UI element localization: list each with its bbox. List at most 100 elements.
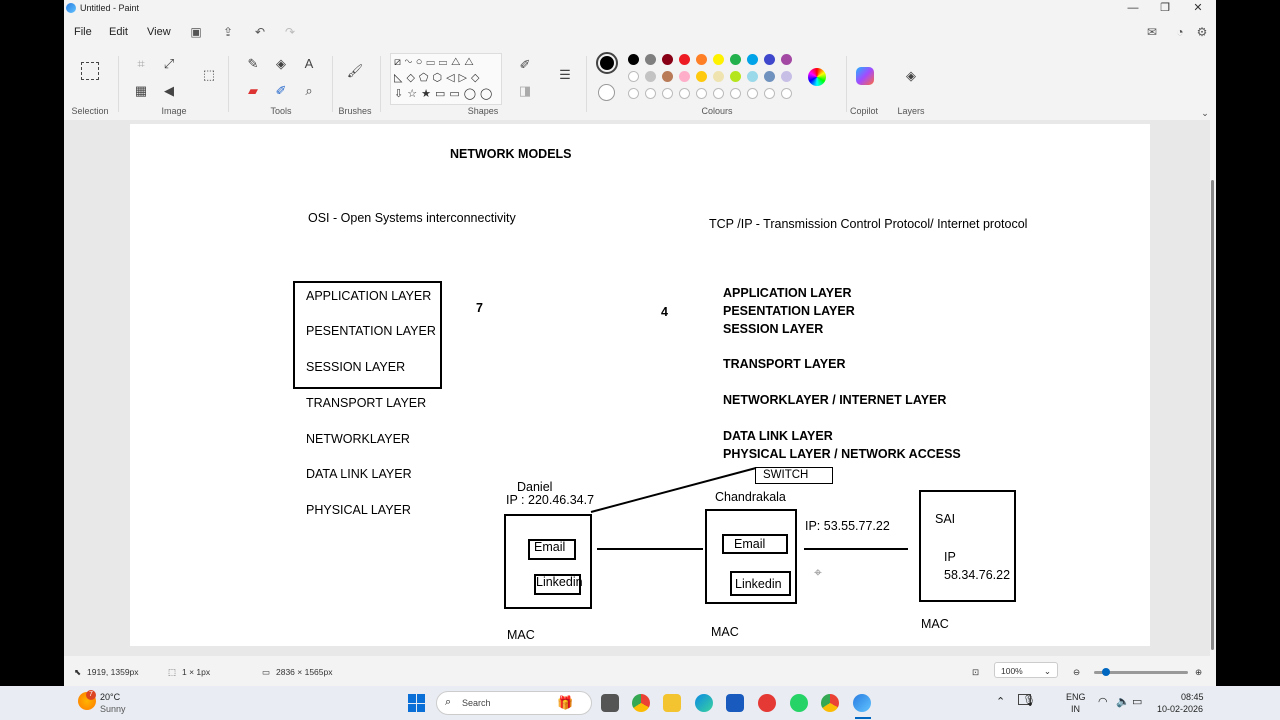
color-swatch[interactable] <box>781 71 792 82</box>
close-button[interactable]: ✕ <box>1181 0 1215 18</box>
whatsapp-icon[interactable] <box>790 694 808 712</box>
magnifier-icon[interactable]: ⌕ <box>300 82 318 100</box>
brush-icon[interactable]: 🖌 <box>346 62 364 80</box>
color-picker-icon[interactable]: ✐ <box>272 82 290 100</box>
weather-desc: Sunny <box>100 704 126 714</box>
color-swatch[interactable] <box>730 54 741 65</box>
layers-icon[interactable]: ◈ <box>902 67 920 85</box>
remove-background-icon[interactable]: ⬚ <box>200 66 218 84</box>
microphone-icon[interactable]: 🎙 <box>1022 694 1036 707</box>
save-icon[interactable]: ▣ <box>188 24 204 40</box>
taskbar-search[interactable]: ⌕ Search 🎁 <box>436 691 592 715</box>
chrome-profile-icon[interactable] <box>821 694 839 712</box>
zoom-slider[interactable] <box>1094 668 1188 676</box>
menu-view[interactable]: View <box>147 26 171 38</box>
color-swatch[interactable] <box>645 88 656 99</box>
color-swatch[interactable] <box>713 88 724 99</box>
color-swatch[interactable] <box>764 54 775 65</box>
redo-icon[interactable]: ↷ <box>282 24 298 40</box>
chrome-icon[interactable] <box>632 694 650 712</box>
share-icon[interactable]: ⇪ <box>220 24 236 40</box>
paint-taskbar-icon[interactable] <box>853 694 871 712</box>
selection-icon[interactable] <box>81 62 99 80</box>
drawing-canvas[interactable]: NETWORK MODELS OSI - Open Systems interc… <box>130 124 1150 646</box>
wifi-icon[interactable]: ◠ <box>1098 695 1108 708</box>
word-icon[interactable] <box>726 694 744 712</box>
brushes-group: 🖌 Brushes <box>336 52 374 120</box>
color-swatch[interactable] <box>781 88 792 99</box>
app-linkedin-chandrakala: Linkedin <box>735 577 782 591</box>
color-swatch[interactable] <box>764 71 775 82</box>
undo-icon[interactable]: ↶ <box>252 24 268 40</box>
zoom-in-icon[interactable]: ⊕ <box>1195 667 1202 678</box>
volume-icon[interactable]: 🔈 <box>1116 695 1130 708</box>
menu-edit[interactable]: Edit <box>109 26 128 38</box>
crop-icon[interactable]: ⌗ <box>132 55 150 73</box>
secondary-color[interactable] <box>598 84 615 101</box>
color-swatch[interactable] <box>747 71 758 82</box>
clock-date[interactable]: 10-02-2026 <box>1157 704 1203 714</box>
shape-fill-icon[interactable]: ◨ <box>516 82 534 100</box>
zoom-out-icon[interactable]: ⊖ <box>1073 667 1080 678</box>
color-swatch[interactable] <box>628 71 639 82</box>
color-swatch[interactable] <box>662 88 673 99</box>
color-swatch[interactable] <box>679 54 690 65</box>
file-explorer-icon[interactable] <box>663 694 681 712</box>
resize-icon[interactable]: ⤢ <box>160 55 178 73</box>
color-swatch[interactable] <box>730 71 741 82</box>
language-secondary[interactable]: IN <box>1071 704 1080 714</box>
color-swatch[interactable] <box>696 71 707 82</box>
minimize-button[interactable]: — <box>1116 0 1150 18</box>
color-swatch[interactable] <box>781 54 792 65</box>
chevron-up-icon[interactable]: ⌃ <box>996 695 1005 708</box>
scrollbar-thumb[interactable] <box>1211 180 1214 650</box>
color-swatch[interactable] <box>730 88 741 99</box>
eraser-icon[interactable]: ▰ <box>244 82 262 100</box>
selection-size-icon: ⬚ <box>168 667 177 677</box>
color-swatch[interactable] <box>747 54 758 65</box>
color-swatch[interactable] <box>628 54 639 65</box>
language-primary[interactable]: ENG <box>1066 692 1086 702</box>
color-swatch[interactable] <box>662 54 673 65</box>
fit-to-window-icon[interactable]: ⊡ <box>972 667 979 678</box>
color-swatch[interactable] <box>645 54 656 65</box>
color-swatch[interactable] <box>713 71 724 82</box>
mac-sai: MAC <box>921 617 949 631</box>
paint-logo-icon <box>66 3 76 13</box>
select-all-icon[interactable]: ▦ <box>132 82 150 100</box>
primary-color[interactable] <box>596 52 618 74</box>
color-swatch[interactable] <box>713 54 724 65</box>
edit-colours-icon[interactable] <box>808 68 826 86</box>
color-swatch[interactable] <box>696 54 707 65</box>
size-icon[interactable]: ☰ <box>556 66 574 84</box>
outline-icon[interactable]: ✐ <box>516 56 534 74</box>
share-feedback-icon[interactable]: ✉ <box>1144 24 1160 40</box>
edge-icon[interactable] <box>695 694 713 712</box>
menu-file[interactable]: File <box>74 26 92 38</box>
maximize-button[interactable]: ❐ <box>1148 0 1182 18</box>
copilot-icon[interactable] <box>856 67 874 85</box>
clock-time[interactable]: 08:45 <box>1181 692 1204 702</box>
shapes-gallery[interactable]: ⧄∿○▭▭△△ ◺◇⬠⬡◁▷◇ ⇩☆★▭▭◯◯ <box>390 53 502 105</box>
color-swatch[interactable] <box>645 71 656 82</box>
account-icon[interactable]: ◔ <box>1172 24 1188 40</box>
task-view-icon[interactable] <box>601 694 619 712</box>
color-swatch[interactable] <box>764 88 775 99</box>
fill-icon[interactable]: ◈ <box>272 55 290 73</box>
pencil-icon[interactable]: ✎ <box>244 55 262 73</box>
vertical-scrollbar[interactable] <box>1210 120 1216 656</box>
windows-start-icon[interactable] <box>408 694 426 712</box>
zoom-slider-thumb[interactable] <box>1102 668 1110 676</box>
rotate-icon[interactable]: ◀ <box>160 82 178 100</box>
text-icon[interactable]: A <box>300 55 318 73</box>
color-swatch[interactable] <box>628 88 639 99</box>
color-swatch[interactable] <box>679 71 690 82</box>
zoom-select[interactable]: 100% ⌄ <box>994 662 1058 678</box>
color-swatch[interactable] <box>662 71 673 82</box>
opera-icon[interactable] <box>758 694 776 712</box>
color-swatch[interactable] <box>747 88 758 99</box>
battery-icon[interactable]: ▭ <box>1132 695 1142 708</box>
settings-gear-icon[interactable]: ⚙ <box>1194 24 1210 40</box>
color-swatch[interactable] <box>679 88 690 99</box>
color-swatch[interactable] <box>696 88 707 99</box>
